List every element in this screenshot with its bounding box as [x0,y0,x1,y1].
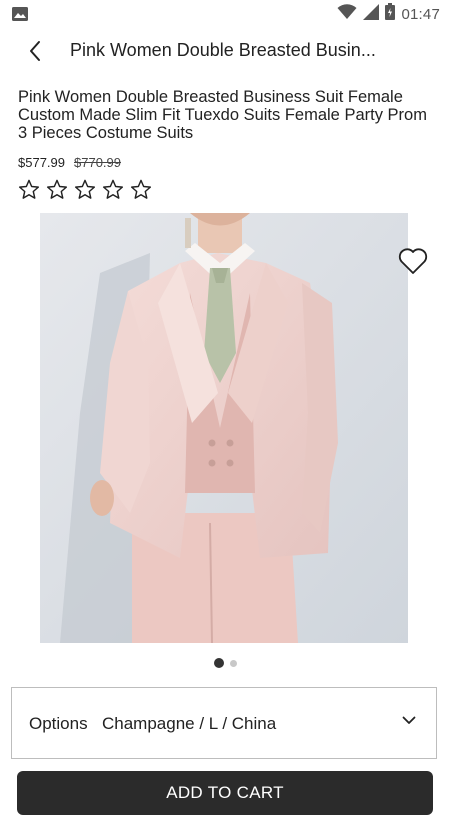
product-title: Pink Women Double Breasted Business Suit… [18,88,427,142]
rating-stars [18,179,152,200]
status-time: 01:47 [401,5,440,23]
image-notification-icon [12,7,28,21]
back-button[interactable] [20,36,50,66]
price-row: $577.99 $770.99 [18,155,121,170]
signal-icon [363,3,380,25]
back-arrow-icon [30,41,40,61]
heart-icon [398,248,428,274]
star-icon [102,179,124,199]
page-title: Pink Women Double Breasted Busin... [70,40,376,60]
star-icon [18,179,40,199]
current-price: $577.99 [18,155,65,170]
status-bar: 01:47 [0,0,450,28]
star-icon [130,179,152,199]
wishlist-button[interactable] [396,245,430,277]
chevron-down-icon [402,716,416,724]
options-selector[interactable]: Options Champagne / L / China [11,687,437,759]
options-value: Champagne / L / China [102,714,277,733]
carousel-dot-active[interactable] [213,658,224,668]
star-icon [74,179,96,199]
original-price: $770.99 [74,155,121,170]
image-carousel-indicator [0,658,450,668]
battery-icon [385,3,396,25]
options-label: Options [29,714,88,733]
product-image[interactable] [40,213,408,643]
carousel-dot[interactable] [229,659,237,667]
add-to-cart-button[interactable]: ADD TO CART [17,771,433,815]
star-icon [46,179,68,199]
app-bar: Pink Women Double Breasted Busin... [0,28,450,74]
wifi-icon [337,3,357,25]
